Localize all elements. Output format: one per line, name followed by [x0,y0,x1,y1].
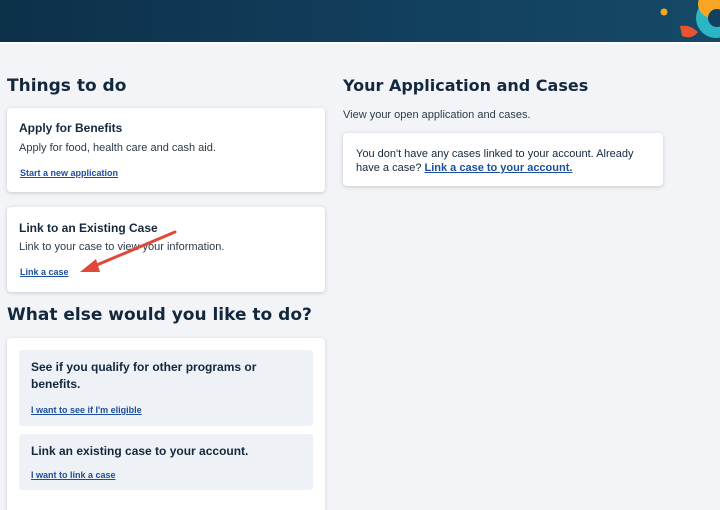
no-cases-message: You don't have any cases linked to your … [356,147,652,175]
link-a-case-link[interactable]: Link a case [20,267,69,277]
brand-decor-icon [660,0,720,38]
qualify-option: See if you qualify for other programs or… [19,350,313,426]
applications-description: View your open application and cases. [343,109,531,121]
no-cases-card: You don't have any cases linked to your … [343,133,663,186]
start-new-application-link[interactable]: Start a new application [20,168,118,178]
top-header-bar [0,0,720,42]
link-existing-case-description: Link to your case to view your informati… [19,241,225,253]
applications-heading: Your Application and Cases [343,76,589,95]
apply-benefits-title: Apply for Benefits [19,121,123,135]
header-divider [0,42,720,44]
link-existing-case-option-title: Link an existing case to your account. [31,444,249,458]
check-eligibility-link[interactable]: I want to see if I'm eligible [31,405,142,415]
link-existing-case-option: Link an existing case to your account. I… [19,434,313,490]
qualify-title: See if you qualify for other programs or… [31,360,257,391]
link-case-to-account-link[interactable]: Link a case to your account. [425,162,573,174]
what-else-heading: What else would you like to do? [7,305,312,325]
things-to-do-heading: Things to do [7,76,127,96]
link-a-case-option-link[interactable]: I want to link a case [31,470,116,480]
what-else-panel: See if you qualify for other programs or… [7,338,325,510]
link-existing-case-title: Link to an Existing Case [19,221,158,235]
apply-benefits-description: Apply for food, health care and cash aid… [19,142,216,154]
apply-benefits-card: Apply for Benefits Apply for food, healt… [7,108,325,192]
link-existing-case-card: Link to an Existing Case Link to your ca… [7,207,325,292]
